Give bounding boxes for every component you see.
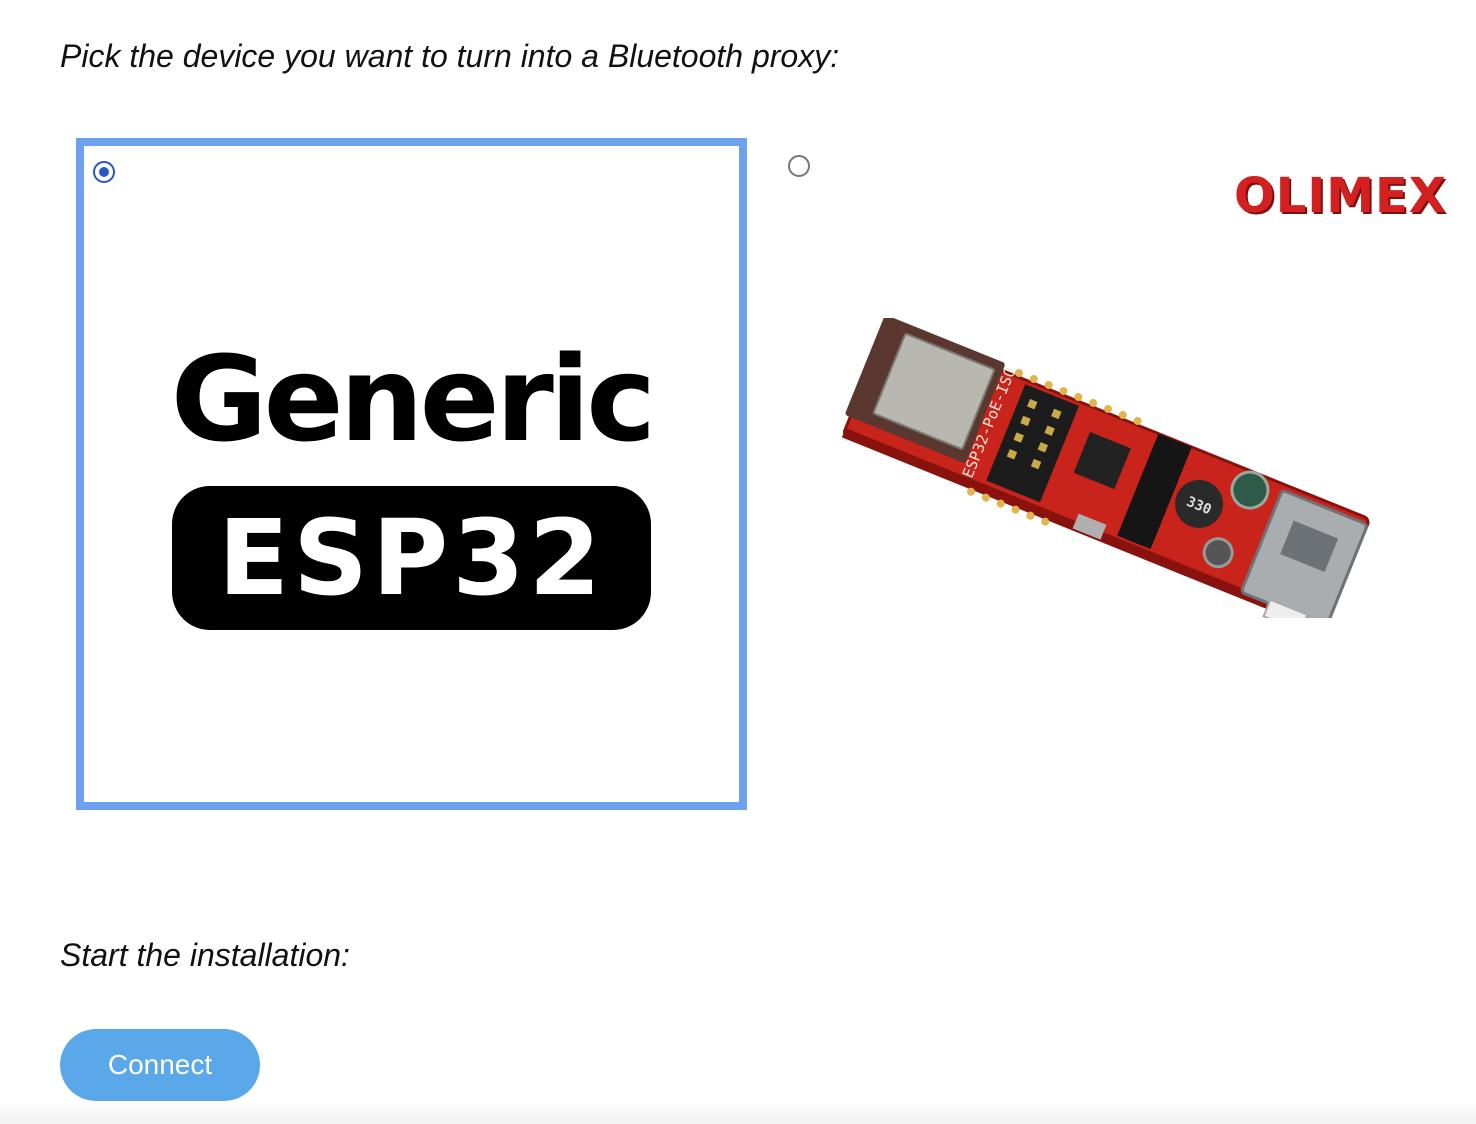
olimex-radio[interactable] bbox=[788, 155, 810, 177]
install-prompt: Start the installation: bbox=[60, 937, 350, 973]
device-picker-prompt: Pick the device you want to turn into a … bbox=[60, 38, 840, 74]
esp32-badge-label: ESP32 bbox=[218, 497, 605, 619]
device-option-olimex[interactable]: OLIMEX ESP32-PoE-ISO 330 bbox=[770, 138, 1446, 810]
olimex-esp32-poe-iso-board-image: ESP32-PoE-ISO 330 bbox=[841, 318, 1370, 618]
device-option-generic-esp32[interactable]: Generic ESP32 bbox=[76, 138, 747, 810]
olimex-logo: OLIMEX bbox=[1234, 168, 1447, 224]
page-bottom-shadow bbox=[0, 1102, 1476, 1124]
esp32-badge: ESP32 bbox=[172, 486, 651, 630]
generic-esp32-title: Generic bbox=[170, 330, 657, 468]
connect-button[interactable]: Connect bbox=[60, 1029, 260, 1101]
generic-esp32-radio[interactable] bbox=[93, 161, 115, 183]
